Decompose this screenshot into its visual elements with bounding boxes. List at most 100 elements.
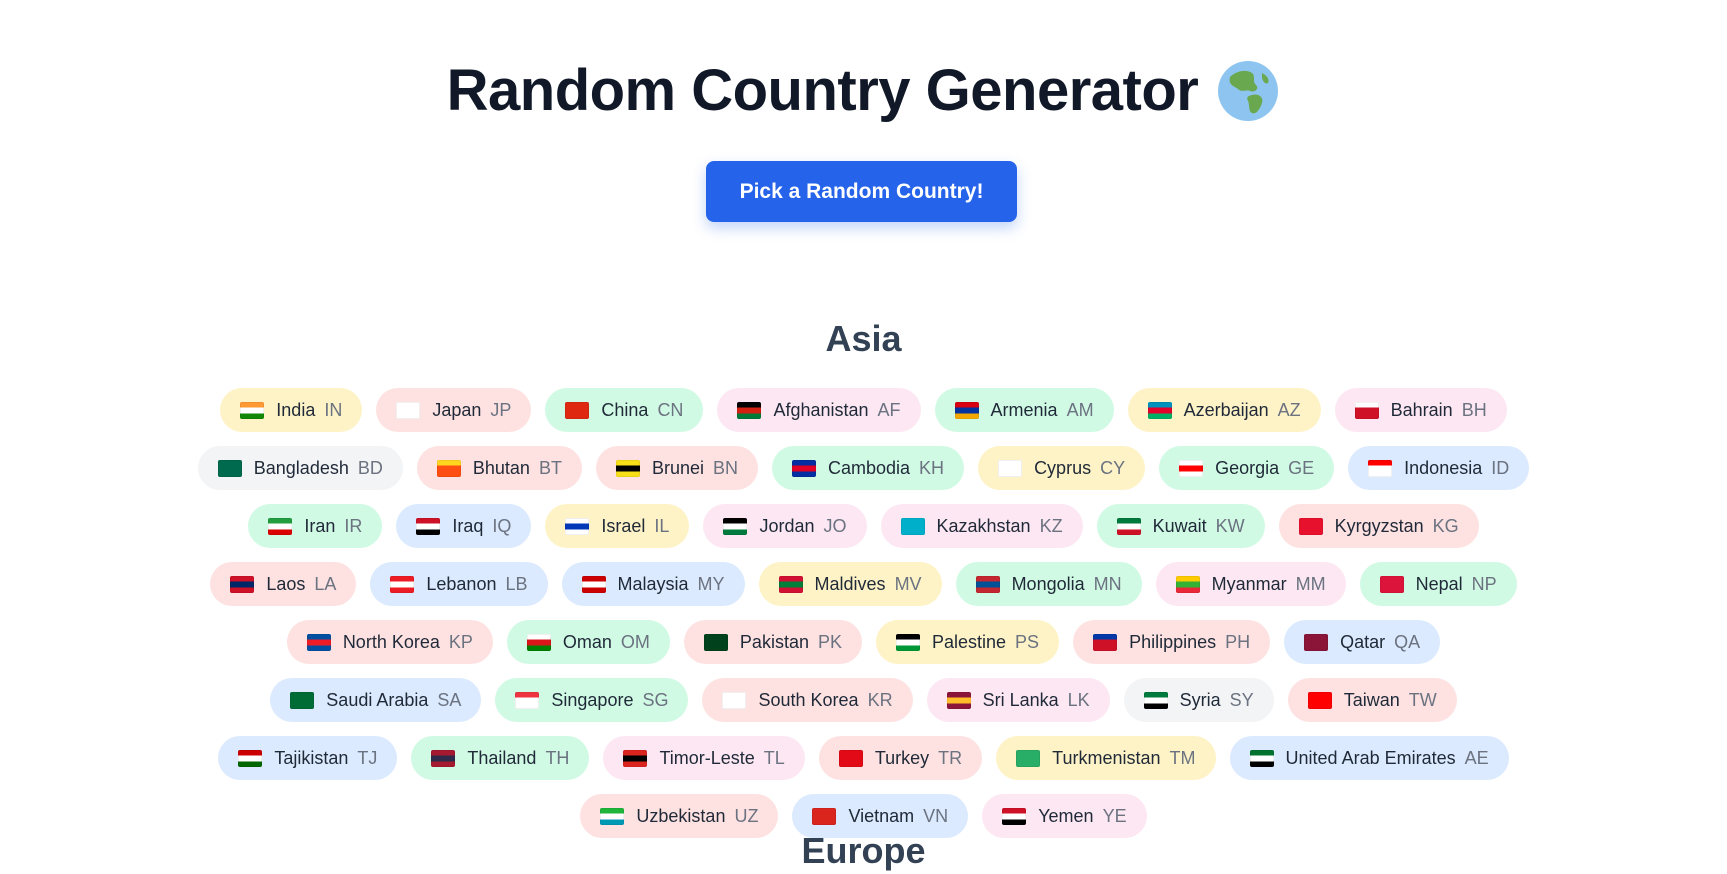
country-code: NP xyxy=(1471,573,1497,594)
country-name: Myanmar xyxy=(1211,573,1287,594)
country-code: IQ xyxy=(492,515,512,536)
country-code: PH xyxy=(1225,631,1251,652)
country-chip[interactable]: Brunei BN xyxy=(595,446,758,490)
flag-icon xyxy=(1093,633,1118,651)
flag-icon xyxy=(431,749,456,767)
flag-icon xyxy=(268,517,293,535)
country-chip[interactable]: Cambodia KH xyxy=(772,446,965,490)
country-name: China xyxy=(601,399,649,420)
flag-icon xyxy=(565,401,590,419)
country-code: PS xyxy=(1015,631,1040,652)
country-chip[interactable]: Turkmenistan TM xyxy=(996,736,1216,780)
country-code: LA xyxy=(314,573,337,594)
country-code: LK xyxy=(1067,689,1090,710)
country-name: Armenia xyxy=(990,399,1058,420)
country-code: BH xyxy=(1461,399,1487,420)
country-chip[interactable]: Thailand TH xyxy=(411,736,590,780)
country-chip[interactable]: Azerbaijan AZ xyxy=(1127,388,1321,432)
country-code: OM xyxy=(620,631,650,652)
flag-icon xyxy=(515,691,540,709)
country-code: SG xyxy=(642,689,669,710)
flag-icon xyxy=(1179,459,1204,477)
country-chip[interactable]: Kuwait KW xyxy=(1096,504,1265,548)
country-name: Malaysia xyxy=(617,573,689,594)
country-chip[interactable]: Armenia AM xyxy=(934,388,1114,432)
country-name: Bahrain xyxy=(1390,399,1453,420)
country-code: CY xyxy=(1100,457,1126,478)
country-chip[interactable]: Israel IL xyxy=(545,504,690,548)
pick-random-country-button[interactable]: Pick a Random Country! xyxy=(706,161,1017,222)
country-chip[interactable]: Iraq IQ xyxy=(396,504,532,548)
country-chip[interactable]: North Korea KP xyxy=(286,620,493,664)
country-chip[interactable]: Iran IR xyxy=(248,504,383,548)
country-chip[interactable]: Syria SY xyxy=(1123,678,1274,722)
country-name: Sri Lanka xyxy=(982,689,1059,710)
country-chip[interactable]: Saudi Arabia SA xyxy=(270,678,482,722)
flag-icon xyxy=(526,633,551,651)
country-chip[interactable]: Cyprus CY xyxy=(978,446,1146,490)
flag-icon xyxy=(306,633,331,651)
country-chip[interactable]: Tajikistan TJ xyxy=(218,736,398,780)
country-code: KG xyxy=(1432,515,1459,536)
country-code: JP xyxy=(490,399,512,420)
country-chip[interactable]: Sri Lanka LK xyxy=(926,678,1110,722)
country-chip[interactable]: United Arab Emirates AE xyxy=(1229,736,1509,780)
country-chip[interactable]: China CN xyxy=(545,388,704,432)
country-chip[interactable]: Afghanistan AF xyxy=(717,388,921,432)
country-code: TR xyxy=(938,747,963,768)
country-code: ID xyxy=(1491,457,1510,478)
country-chip[interactable]: Timor-Leste TL xyxy=(603,736,805,780)
country-chip[interactable]: Lebanon LB xyxy=(370,562,548,606)
country-chip[interactable]: Nepal NP xyxy=(1359,562,1517,606)
country-code: UZ xyxy=(734,805,759,826)
flag-icon xyxy=(1143,691,1168,709)
country-chip[interactable]: Singapore SG xyxy=(495,678,689,722)
country-code: KH xyxy=(919,457,945,478)
country-name: Brunei xyxy=(651,457,704,478)
country-chip[interactable]: Maldives MV xyxy=(758,562,942,606)
country-chip[interactable]: South Korea KR xyxy=(702,678,913,722)
country-chip[interactable]: Jordan JO xyxy=(703,504,867,548)
country-chip[interactable]: Laos LA xyxy=(210,562,357,606)
flag-icon xyxy=(238,749,263,767)
country-code: KR xyxy=(867,689,893,710)
country-code: IR xyxy=(344,515,363,536)
country-chip[interactable]: Philippines PH xyxy=(1073,620,1271,664)
country-code: TJ xyxy=(357,747,378,768)
flag-icon xyxy=(1175,575,1200,593)
country-chip[interactable]: Kazakhstan KZ xyxy=(880,504,1083,548)
country-name: Turkey xyxy=(874,747,930,768)
country-chip[interactable]: Indonesia ID xyxy=(1348,446,1530,490)
country-name: Kyrgyzstan xyxy=(1334,515,1424,536)
country-name: Bangladesh xyxy=(253,457,349,478)
country-name: Nepal xyxy=(1415,573,1463,594)
flag-icon xyxy=(1016,749,1041,767)
flag-icon xyxy=(290,691,315,709)
country-chip[interactable]: Palestine PS xyxy=(875,620,1060,664)
country-code: MM xyxy=(1295,573,1326,594)
country-chip[interactable]: Kyrgyzstan KG xyxy=(1278,504,1479,548)
country-code: TH xyxy=(545,747,570,768)
country-name: Indonesia xyxy=(1404,457,1483,478)
country-chip[interactable]: Bhutan BT xyxy=(416,446,582,490)
country-chip[interactable]: Mongolia MN xyxy=(955,562,1142,606)
country-chip[interactable]: Malaysia MY xyxy=(561,562,745,606)
country-chip[interactable]: Qatar QA xyxy=(1284,620,1441,664)
flag-icon xyxy=(230,575,255,593)
country-chip[interactable]: Turkey TR xyxy=(818,736,983,780)
country-code: SY xyxy=(1229,689,1254,710)
country-chip[interactable]: Pakistan PK xyxy=(683,620,862,664)
country-chip[interactable]: India IN xyxy=(220,388,363,432)
country-chip[interactable]: Georgia GE xyxy=(1159,446,1335,490)
country-name: Pakistan xyxy=(739,631,809,652)
country-chip[interactable]: Japan JP xyxy=(376,388,532,432)
flag-icon xyxy=(615,459,640,477)
country-chip[interactable]: Oman OM xyxy=(506,620,670,664)
country-chip[interactable]: Bahrain BH xyxy=(1334,388,1507,432)
country-chip[interactable]: Bangladesh BD xyxy=(197,446,403,490)
flag-icon xyxy=(396,401,421,419)
country-chip[interactable]: Taiwan TW xyxy=(1287,678,1457,722)
country-chip[interactable]: Myanmar MM xyxy=(1155,562,1346,606)
country-code: QA xyxy=(1394,631,1421,652)
country-code: AM xyxy=(1066,399,1094,420)
